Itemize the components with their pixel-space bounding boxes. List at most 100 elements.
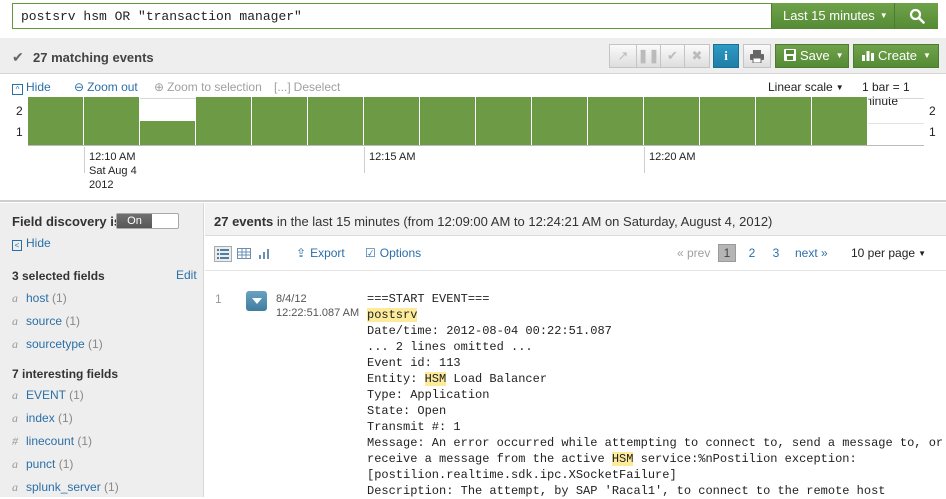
edit-fields-link[interactable]: Edit	[176, 268, 197, 282]
timeline-bar[interactable]	[196, 97, 252, 145]
timeline-bar[interactable]	[140, 121, 196, 145]
field-count: (1)	[58, 411, 73, 425]
event-actions-button[interactable]	[246, 291, 267, 311]
field-name: source	[26, 314, 63, 328]
prev-page-link[interactable]: « prev	[677, 246, 710, 260]
field-source[interactable]: a source (1)	[12, 314, 80, 329]
tick-day: Sat Aug 4	[89, 165, 137, 177]
field-name: EVENT	[26, 388, 66, 402]
field-count: (1)	[65, 314, 81, 328]
export-button[interactable]: ⇪ Export	[296, 246, 345, 260]
field-discovery-toggle[interactable]: On	[116, 213, 179, 229]
scale-label: Linear scale	[768, 80, 833, 94]
matching-events-count: 27 matching events	[33, 50, 154, 65]
deselect-label: Deselect	[293, 80, 341, 94]
field-name: punct	[26, 457, 56, 471]
event-line: receive a message from the active HSM se…	[367, 452, 857, 466]
chart-view-button[interactable]	[257, 246, 275, 262]
finalize-button[interactable]: ✔	[660, 44, 685, 68]
selected-fields-heading: 3 selected fields	[12, 269, 105, 283]
pause-button[interactable]: ❚❚	[636, 44, 661, 68]
search-input[interactable]	[12, 3, 772, 29]
event-line: postsrv	[367, 307, 942, 323]
timeline-bar[interactable]	[588, 97, 644, 145]
save-button[interactable]: Save ▼	[775, 44, 849, 68]
string-type-icon: a	[12, 411, 18, 425]
search-term-highlight: HSM	[424, 372, 447, 386]
timeline-chart[interactable]	[28, 97, 924, 146]
chevron-down-icon: ▼	[835, 83, 844, 92]
event-line: ... 2 lines omitted ...	[367, 340, 533, 354]
chevron-down-icon: ▼	[918, 249, 926, 258]
field-linecount[interactable]: # linecount (1)	[12, 434, 92, 449]
page-3[interactable]: 3	[767, 244, 785, 262]
timeline-bar[interactable]	[644, 97, 700, 145]
timeline-bar[interactable]	[84, 97, 140, 145]
deselect-link[interactable]: [...] Deselect	[274, 80, 340, 94]
zoom-to-selection-link[interactable]: ⊕ Zoom to selection	[154, 80, 262, 94]
y-axis-right-bottom: 1	[929, 125, 936, 139]
events-summary: 27 events in the last 15 minutes (from 1…	[205, 203, 946, 236]
time-range-picker[interactable]: Last 15 minutes ▼	[771, 3, 894, 29]
field-count: (1)	[104, 480, 119, 494]
cancel-button[interactable]: ✖	[684, 44, 710, 68]
search-term-highlight: HSM	[611, 452, 634, 466]
print-button[interactable]	[743, 44, 771, 68]
timeline-bar[interactable]	[252, 97, 308, 145]
field-name: sourcetype	[26, 337, 85, 351]
event-raw-text[interactable]: ===START EVENT=== postsrv Date/time: 2012-…	[367, 291, 943, 499]
create-button[interactable]: Create ▼	[853, 44, 939, 68]
deselect-bracket-icon: [...]	[274, 80, 291, 94]
string-type-icon: a	[12, 457, 18, 471]
table-view-icon	[237, 248, 251, 259]
field-sourcetype[interactable]: a sourcetype (1)	[12, 337, 103, 352]
field-host[interactable]: a host (1)	[12, 291, 67, 306]
zoom-out-link[interactable]: ⊖ Zoom out	[74, 80, 138, 94]
search-icon	[909, 8, 925, 24]
field-punct[interactable]: a punct (1)	[12, 457, 73, 472]
bar-chart-icon	[259, 249, 269, 259]
timeline-bar[interactable]	[364, 97, 420, 145]
timeline-bar[interactable]	[308, 97, 364, 145]
number-type-icon: #	[12, 434, 18, 448]
x-tick-label-1220: 12:20 AM	[649, 150, 695, 164]
bar-chart-icon	[862, 51, 874, 61]
field-event[interactable]: a EVENT (1)	[12, 388, 84, 403]
export-label: Export	[310, 246, 345, 260]
field-splunk-server[interactable]: a splunk_server (1)	[12, 480, 119, 495]
list-view-button[interactable]	[214, 246, 232, 262]
per-page-dropdown[interactable]: 10 per page ▼	[851, 246, 926, 260]
page-2[interactable]: 2	[743, 244, 761, 262]
timeline-bar[interactable]	[532, 97, 588, 145]
timeline-bar[interactable]	[756, 97, 812, 145]
sidebar-hide-link[interactable]: < Hide	[12, 236, 51, 251]
timeline-bar[interactable]	[700, 97, 756, 145]
send-to-background-button[interactable]: ↗	[609, 44, 637, 68]
timeline-panel: ^ Hide ⊖ Zoom out ⊕ Zoom to selection [...]…	[0, 75, 946, 202]
search-button[interactable]	[894, 3, 938, 29]
event-line: Date/time: 2012-08-04 00:22:51.087	[367, 324, 612, 338]
field-name: host	[26, 291, 49, 305]
timeline-bar[interactable]	[812, 97, 868, 145]
table-view-button[interactable]	[236, 246, 254, 262]
scale-dropdown[interactable]: Linear scale ▼	[768, 80, 844, 94]
field-discovery-label: Field discovery is:	[12, 214, 126, 229]
field-count: (1)	[52, 291, 67, 305]
job-inspector-button[interactable]: i	[713, 44, 739, 68]
timeline-bar[interactable]	[420, 97, 476, 145]
timeline-bar[interactable]	[28, 97, 84, 145]
timeline-bar[interactable]	[476, 97, 532, 145]
next-page-link[interactable]: next »	[795, 246, 828, 260]
timeline-hide-link[interactable]: ^ Hide	[12, 80, 51, 95]
time-range-label: Last 15 minutes	[783, 8, 875, 23]
tick-time: 12:10 AM	[89, 151, 136, 163]
field-name: linecount	[26, 434, 75, 448]
events-count: 27 events	[214, 214, 274, 229]
field-index[interactable]: a index (1)	[12, 411, 73, 426]
check-icon: ✔	[12, 49, 24, 65]
print-icon	[750, 50, 764, 64]
page-1[interactable]: 1	[718, 244, 736, 262]
field-sidebar: Field discovery is: On < Hide 3 selected …	[0, 203, 204, 497]
event-time: 12:22:51.087 AM	[276, 307, 360, 319]
options-button[interactable]: ☑ Options	[365, 246, 421, 260]
